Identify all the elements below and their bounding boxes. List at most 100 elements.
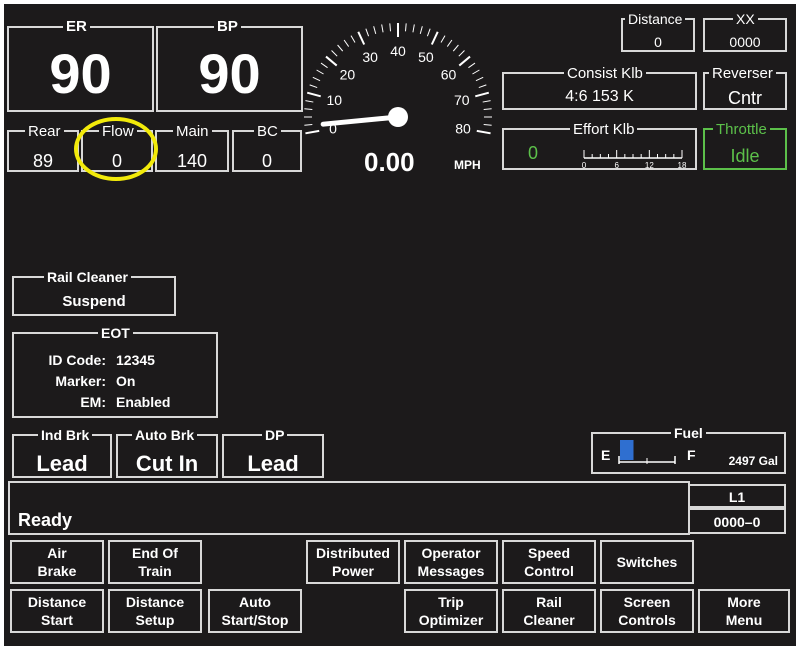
throttle-value: Idle bbox=[730, 146, 760, 166]
xx-label: XX bbox=[733, 12, 758, 26]
speedometer-tick-label: 70 bbox=[454, 92, 470, 108]
rail-cleaner-btn-line2: Cleaner bbox=[523, 612, 575, 628]
more-menu-line1: More bbox=[727, 594, 761, 610]
locomotive-display: ER 90 BP 90 Rear 89 Flow 0 Main 140 BC 0… bbox=[4, 4, 796, 646]
speedometer-tick bbox=[337, 44, 344, 52]
speed-control-line1: Speed bbox=[527, 545, 570, 561]
speed-control-line2: Control bbox=[524, 563, 574, 579]
speedometer-hub bbox=[388, 107, 408, 127]
speed-control-button[interactable]: Speed Control bbox=[502, 540, 596, 584]
ind-brk-box: Ind Brk Lead bbox=[12, 428, 112, 478]
bp-gauge: BP 90 bbox=[156, 19, 303, 112]
status-message: Ready bbox=[18, 510, 73, 530]
effort-label: Effort Klb bbox=[570, 122, 638, 137]
rear-gauge: Rear 89 bbox=[7, 124, 79, 172]
speedometer-tick bbox=[325, 55, 338, 67]
reverser-box: Reverser Cntr bbox=[703, 66, 787, 110]
distance-start-button[interactable]: Distance Start bbox=[10, 589, 104, 633]
distance-setup-line1: Distance bbox=[125, 594, 185, 610]
speedometer-tick bbox=[309, 84, 318, 89]
eot-box: EOT ID Code: 12345 Marker: On EM: Enable… bbox=[12, 326, 218, 418]
speedometer-tick bbox=[426, 28, 431, 37]
rail-cleaner-button[interactable]: Rail Cleaner bbox=[502, 589, 596, 633]
effort-box: Effort Klb 0 0 6 12 18 bbox=[502, 122, 697, 170]
more-menu-button[interactable]: More Menu bbox=[698, 589, 790, 633]
auto-start-stop-button[interactable]: Auto Start/Stop bbox=[208, 589, 302, 633]
air-brake-line1: Air bbox=[47, 545, 67, 561]
speedometer-tick bbox=[320, 62, 328, 69]
speedometer-tick bbox=[312, 76, 321, 82]
eot-em-value: Enabled bbox=[116, 394, 171, 410]
dp-value: Lead bbox=[247, 451, 299, 476]
fuel-box: Fuel E F 2497 Gal bbox=[591, 426, 786, 474]
distance-label: Distance bbox=[625, 12, 686, 26]
fuel-amount: 2497 Gal bbox=[728, 454, 778, 468]
end-of-train-line2: Train bbox=[138, 563, 172, 579]
distance-setup-line2: Setup bbox=[135, 612, 175, 628]
speedometer-tick bbox=[305, 100, 314, 103]
more-menu-line2: Menu bbox=[725, 612, 763, 628]
distance-box: Distance 0 bbox=[621, 12, 695, 52]
trip-optimizer-line2: Optimizer bbox=[418, 612, 484, 628]
end-of-train-button[interactable]: End Of Train bbox=[108, 540, 202, 584]
rail-cleaner-value: Suspend bbox=[62, 293, 126, 310]
speedometer-tick bbox=[365, 28, 370, 37]
switches-line1: Switches bbox=[616, 554, 678, 570]
speedometer-tick bbox=[404, 23, 407, 32]
switches-button[interactable]: Switches bbox=[600, 540, 694, 584]
operator-messages-line2: Messages bbox=[417, 563, 485, 579]
auto-start-stop-line1: Auto bbox=[239, 594, 271, 610]
speedometer-tick-label: 20 bbox=[340, 67, 356, 83]
speedometer-tick-label: 10 bbox=[326, 92, 342, 108]
main-gauge: Main 140 bbox=[155, 124, 229, 172]
xx-value: 0000 bbox=[729, 34, 761, 50]
er-value: 90 bbox=[49, 42, 112, 105]
consist-label: Consist Klb bbox=[564, 66, 646, 81]
trip-optimizer-line1: Trip bbox=[438, 594, 464, 610]
screen-controls-line2: Controls bbox=[618, 612, 676, 628]
trip-optimizer-button[interactable]: Trip Optimizer bbox=[404, 589, 498, 633]
speed-value: 0.00 bbox=[364, 147, 415, 177]
operator-messages-button[interactable]: Operator Messages bbox=[404, 540, 498, 584]
eot-em-key: EM: bbox=[80, 394, 106, 410]
speedometer-tick bbox=[389, 23, 392, 32]
auto-brk-label: Auto Brk bbox=[132, 428, 198, 442]
speedometer-tick bbox=[343, 39, 350, 47]
speedometer-tick bbox=[305, 129, 320, 135]
distributed-power-button[interactable]: Distributed Power bbox=[306, 540, 400, 584]
locomotive-id-box: L1 bbox=[688, 484, 786, 508]
end-of-train-line1: End Of bbox=[132, 545, 178, 561]
status-code-box: 0000–0 bbox=[688, 508, 786, 534]
auto-brk-value: Cut In bbox=[135, 451, 199, 476]
speedometer-tick bbox=[430, 31, 439, 45]
fuel-empty-label: E bbox=[601, 447, 611, 463]
speedometer-tick bbox=[357, 31, 366, 45]
air-brake-button[interactable]: Air Brake bbox=[10, 540, 104, 584]
speedometer-tick bbox=[331, 50, 338, 57]
speedometer-tick bbox=[316, 69, 324, 75]
fuel-full-label: F bbox=[687, 447, 696, 463]
highlight-circle bbox=[74, 117, 158, 181]
reverser-value: Cntr bbox=[727, 88, 762, 108]
ind-brk-value: Lead bbox=[36, 451, 88, 476]
eot-marker-value: On bbox=[116, 373, 136, 389]
speedometer-tick bbox=[483, 108, 492, 111]
status-bar: Ready bbox=[8, 481, 690, 535]
eot-id-key: ID Code: bbox=[48, 352, 106, 368]
speedometer-tick-label: 30 bbox=[362, 49, 378, 65]
speedometer-tick bbox=[419, 26, 423, 35]
distance-start-line1: Distance bbox=[27, 594, 87, 610]
rear-label: Rear bbox=[25, 124, 64, 139]
speedometer-tick-label: 40 bbox=[390, 43, 406, 59]
main-value: 140 bbox=[176, 151, 208, 171]
speedometer-tick bbox=[350, 35, 356, 43]
speedometer-tick-label: 60 bbox=[441, 67, 457, 83]
effort-tick-label: 0 bbox=[582, 161, 587, 170]
speedometer-tick bbox=[475, 91, 490, 98]
fuel-bar bbox=[618, 440, 676, 464]
screen-controls-button[interactable]: Screen Controls bbox=[600, 589, 694, 633]
rail-cleaner-btn-line1: Rail bbox=[536, 594, 562, 610]
distance-setup-button[interactable]: Distance Setup bbox=[108, 589, 202, 633]
distance-start-line2: Start bbox=[41, 612, 73, 628]
main-label: Main bbox=[173, 124, 212, 139]
